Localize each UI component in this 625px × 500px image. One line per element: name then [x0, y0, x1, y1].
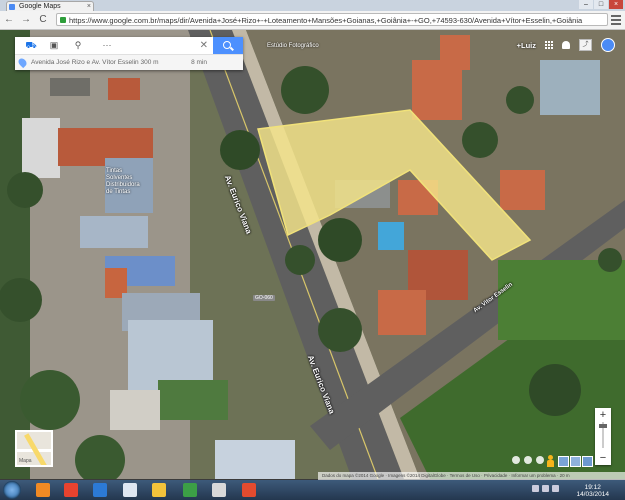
highway-shield: GO-060 — [253, 295, 275, 301]
imagery-thumb-1[interactable] — [558, 456, 569, 467]
account-bar: +Luiz ⤴ — [517, 38, 615, 52]
route-pin-icon — [16, 56, 29, 69]
zoom-out-button[interactable]: − — [595, 452, 611, 464]
route-text: Avenida José Rizo e Av. Vítor Esselin 30… — [31, 59, 159, 66]
tab-title: Google Maps — [19, 3, 61, 10]
taskbar-app-icon[interactable] — [152, 483, 166, 497]
clock-time: 19:12 — [584, 484, 601, 491]
windows-taskbar: 19:12 14/03/2014 — [0, 480, 625, 500]
maximize-button[interactable]: □ — [594, 0, 608, 9]
taskbar-clock[interactable]: 19:12 14/03/2014 — [576, 484, 609, 498]
taskbar-app-icon[interactable] — [123, 483, 137, 497]
taskbar-app-icon[interactable] — [183, 483, 197, 497]
business-label[interactable]: Tintas Solventes Distribuidora de Tintas — [106, 168, 144, 196]
url-text: https://www.google.com.br/maps/dir/Aveni… — [69, 16, 583, 25]
close-directions-icon[interactable]: ✕ — [200, 40, 208, 51]
imagery-thumb-3[interactable] — [582, 456, 593, 467]
mode-transit-icon[interactable]: ▣ — [48, 40, 60, 51]
back-button[interactable]: ← — [3, 14, 15, 26]
map-utility-controls — [512, 456, 544, 464]
close-window-button[interactable]: × — [609, 0, 623, 9]
browser-toolbar: ← → C https://www.google.com.br/maps/dir… — [0, 11, 625, 30]
secure-lock-icon — [60, 17, 66, 23]
tab-close-icon[interactable]: × — [87, 2, 91, 11]
map-attribution: Dados do mapa ©2014 Google · Imagens ©20… — [318, 472, 625, 480]
address-bar[interactable]: https://www.google.com.br/maps/dir/Aveni… — [56, 13, 608, 26]
tray-network-icon[interactable] — [532, 485, 539, 492]
place-label-top[interactable]: Estúdio Fotográfico — [267, 43, 319, 49]
zoom-handle[interactable] — [599, 424, 607, 428]
taskbar-app-icon[interactable] — [212, 483, 226, 497]
imagery-thumbnails — [558, 456, 594, 467]
google-plus-link[interactable]: +Luiz — [517, 41, 536, 50]
start-button[interactable] — [3, 481, 21, 499]
browser-titlebar: Google Maps × – □ × — [0, 0, 625, 11]
taskbar-app-icon[interactable] — [242, 483, 256, 497]
satellite-map[interactable]: Estúdio Fotográfico Tintas Solventes Dis… — [0, 30, 625, 479]
forward-button[interactable]: → — [20, 14, 32, 26]
window-controls: – □ × — [579, 0, 623, 11]
tray-volume-icon[interactable] — [542, 485, 549, 492]
feedback-icon[interactable] — [536, 456, 544, 464]
tray-flag-icon[interactable] — [552, 485, 559, 492]
minimap-label: Mapa — [19, 458, 32, 464]
settings-gear-icon[interactable] — [524, 456, 532, 464]
share-button[interactable]: ⤴ — [579, 39, 592, 51]
notifications-bell-icon[interactable] — [562, 41, 570, 49]
browser-tab[interactable]: Google Maps × — [6, 1, 94, 11]
imagery-thumb-2[interactable] — [570, 456, 581, 467]
pegman-icon[interactable] — [546, 455, 555, 467]
route-summary[interactable]: Avenida José Rizo e Av. Vítor Esselin 30… — [15, 55, 243, 70]
mode-walk-icon[interactable]: ⚲ — [72, 40, 84, 51]
zoom-control: + − — [595, 408, 611, 465]
minimize-button[interactable]: – — [579, 0, 593, 9]
apps-grid-icon[interactable] — [545, 41, 553, 49]
taskbar-app-icon[interactable] — [64, 483, 78, 497]
help-icon[interactable] — [512, 456, 520, 464]
browser-menu-icon[interactable] — [611, 15, 621, 25]
mode-car-icon[interactable]: ⛟ — [25, 40, 37, 51]
zoom-in-button[interactable]: + — [595, 409, 611, 421]
avatar[interactable] — [601, 38, 615, 52]
maps-favicon-icon — [9, 4, 15, 10]
route-duration: 8 min — [191, 59, 207, 66]
travel-modes: ⛟ ▣ ⚲ ··· ✕ — [15, 37, 243, 55]
taskbar-app-icon[interactable] — [93, 483, 107, 497]
map-view-toggle[interactable]: Mapa — [15, 430, 53, 467]
directions-panel: ⛟ ▣ ⚲ ··· ✕ Avenida José Rizo e Av. Víto… — [15, 37, 243, 70]
map-imagery — [0, 30, 625, 479]
taskbar-app-icon[interactable] — [36, 483, 50, 497]
mode-more-icon[interactable]: ··· — [99, 40, 115, 51]
clock-date: 14/03/2014 — [576, 491, 609, 498]
reload-button[interactable]: C — [37, 14, 49, 26]
search-button[interactable] — [213, 37, 243, 54]
